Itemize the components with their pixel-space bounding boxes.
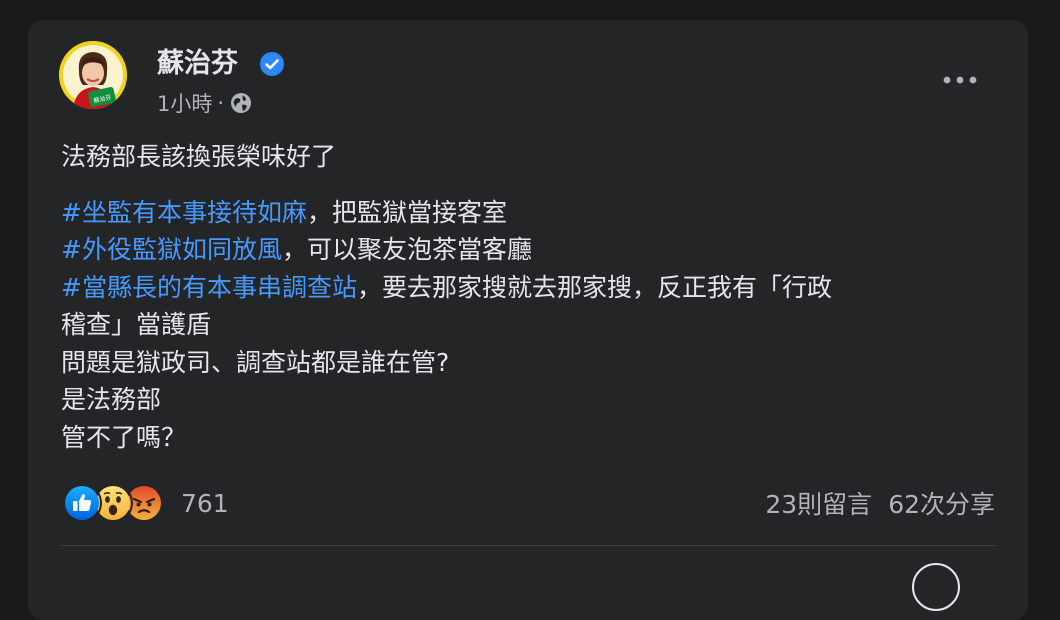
post-line-4: #當縣長的有本事串調查站，要去那家搜就去那家搜，反正我有「行政 (61, 269, 1001, 307)
like-icon (62, 483, 102, 523)
avatar-photo: 蘇治芬 (59, 41, 127, 109)
post-line-3: #外役監獄如同放風，可以聚友泡茶當客廳 (61, 231, 1001, 269)
post-line-2: #坐監有本事接待如麻，把監獄當接客室 (61, 194, 1001, 232)
author-avatar[interactable]: 蘇治芬 (59, 41, 127, 109)
hashtag-link[interactable]: #當縣長的有本事串調查站 (61, 273, 357, 302)
meta-separator: · (217, 91, 225, 115)
hashtag-link[interactable]: #外役監獄如同放風 (61, 235, 282, 264)
post-line-1: 法務部長該換張榮味好了 (61, 142, 337, 171)
footer-divider (61, 545, 996, 546)
reactions-summary[interactable]: 761 (62, 483, 229, 523)
partial-icon (912, 563, 960, 611)
post-line-8: 管不了嗎？ (61, 422, 187, 452)
globe-icon (231, 93, 252, 113)
post-line-5: 稽查」當護盾 (61, 310, 212, 339)
post-line-text: ，把監獄當接客室 (306, 197, 507, 227)
engagement-stats: 23則留言 62次分享 (765, 484, 995, 522)
comments-count-link[interactable]: 23則留言 (765, 485, 872, 521)
post-line-text: ，要去那家搜就去那家搜，反正我有「行政 (356, 272, 832, 302)
more-options-icon[interactable] (938, 68, 982, 92)
post-line-text: ，可以聚友泡茶當客廳 (281, 235, 532, 264)
verified-badge-icon (260, 52, 284, 76)
post-meta: 1小時 · (157, 90, 252, 116)
shares-count-link[interactable]: 62次分享 (888, 485, 995, 521)
post-line-7: 是法務部 (61, 385, 162, 414)
reaction-count[interactable]: 761 (181, 489, 229, 518)
post-timestamp[interactable]: 1小時 (157, 88, 212, 118)
author-name[interactable]: 蘇治芬 (157, 47, 238, 81)
post-body: 法務部長該換張榮味好了 #坐監有本事接待如麻，把監獄當接客室 #外役監獄如同放風… (61, 138, 1001, 456)
post-line-6: 問題是獄政司、調查站都是誰在管? (61, 347, 450, 377)
hashtag-link[interactable]: #坐監有本事接待如麻 (61, 198, 307, 227)
post-card: 蘇治芬 蘇治芬 1小時 · 法務部長該換張榮味好了 #坐監有本事接待如麻，把監獄… (28, 20, 1028, 620)
